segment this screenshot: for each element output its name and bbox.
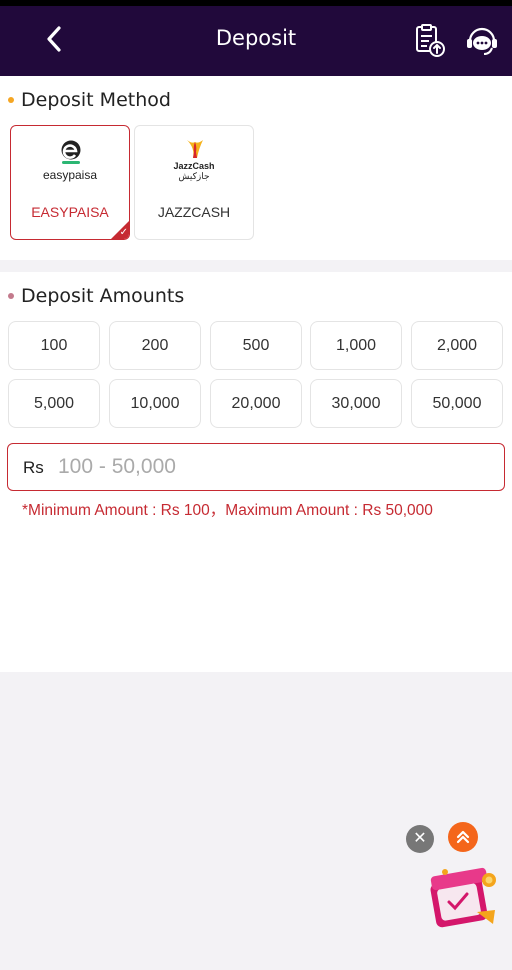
gift-box-icon bbox=[430, 867, 496, 928]
close-float-button[interactable]: ✕ bbox=[406, 825, 434, 853]
app-header: Deposit bbox=[0, 6, 512, 76]
deposit-method-title: Deposit Method bbox=[21, 89, 171, 111]
checkmark-icon: ✓ bbox=[119, 227, 128, 238]
amount-input[interactable] bbox=[58, 450, 488, 484]
amount-option-1000[interactable]: 1,000 bbox=[310, 321, 402, 370]
amount-option-30000[interactable]: 30,000 bbox=[310, 379, 402, 428]
scroll-up-button[interactable] bbox=[448, 822, 478, 852]
amount-limit-note: *Minimum Amount : Rs 100，Maximum Amount … bbox=[22, 502, 433, 519]
section-dot bbox=[8, 293, 14, 299]
section-dot bbox=[8, 97, 14, 103]
promo-gift-button[interactable] bbox=[425, 858, 501, 934]
amount-option-200[interactable]: 200 bbox=[109, 321, 201, 370]
deposit-method-section: Deposit Method easypaisa EASYPAISA ✓ Jaz… bbox=[0, 76, 512, 260]
support-chat-icon bbox=[467, 27, 497, 55]
amount-input-field[interactable]: Rs bbox=[7, 443, 505, 491]
amount-option-2000[interactable]: 2,000 bbox=[411, 321, 503, 370]
method-label-jazzcash: JAZZCASH bbox=[157, 204, 231, 220]
easypaisa-logo-text: easypaisa bbox=[42, 168, 98, 182]
jazzcash-logo-urdu: جازکیش bbox=[178, 171, 210, 181]
amount-option-100[interactable]: 100 bbox=[8, 321, 100, 370]
clipboard-upload-icon bbox=[416, 24, 445, 57]
easypaisa-logo-icon bbox=[61, 140, 81, 164]
amount-option-500[interactable]: 500 bbox=[210, 321, 302, 370]
amount-option-10000[interactable]: 10,000 bbox=[109, 379, 201, 428]
method-card-jazzcash[interactable]: JazzCash جازکیش JAZZCASH bbox=[134, 125, 254, 240]
currency-label: Rs bbox=[23, 458, 44, 477]
jazzcash-logo-icon bbox=[187, 140, 203, 158]
amount-option-20000[interactable]: 20,000 bbox=[210, 379, 302, 428]
method-label-easypaisa: EASYPAISA bbox=[31, 204, 109, 220]
amount-option-50000[interactable]: 50,000 bbox=[411, 379, 503, 428]
deposit-amounts-title: Deposit Amounts bbox=[21, 285, 185, 307]
jazzcash-logo-text: JazzCash bbox=[173, 161, 215, 171]
customer-support-button[interactable] bbox=[464, 23, 500, 59]
method-card-easypaisa[interactable]: easypaisa EASYPAISA ✓ bbox=[10, 125, 130, 240]
amount-option-5000[interactable]: 5,000 bbox=[8, 379, 100, 428]
deposit-history-button[interactable] bbox=[412, 23, 448, 59]
double-chevron-up-icon bbox=[456, 830, 470, 844]
close-icon: ✕ bbox=[413, 830, 427, 847]
